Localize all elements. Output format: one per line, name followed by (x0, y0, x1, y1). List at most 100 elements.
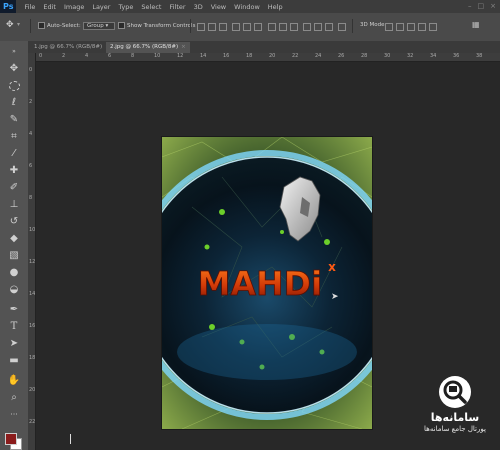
ruler-tick: 16 (29, 323, 36, 329)
foreground-color-swatch[interactable] (5, 433, 17, 445)
distribute-left-icon[interactable] (303, 23, 311, 31)
ruler-tick: 30 (384, 53, 391, 59)
ruler-tick: 18 (29, 355, 36, 361)
ruler-tick: 16 (223, 53, 230, 59)
ruler-tick: 26 (338, 53, 345, 59)
watermark-title: سامانه‌ها (430, 411, 480, 424)
tab-label: 2.jpg @ 66.7% (RGB/8#) (110, 44, 179, 50)
menu-select[interactable]: Select (137, 3, 165, 11)
align-bottom-icon[interactable] (219, 23, 227, 31)
lasso-icon[interactable]: ℓ (7, 96, 21, 110)
healing-icon[interactable]: ✚ (7, 164, 21, 178)
options-bar: ✥ ▾ Auto-Select: Group ▾ Show Transform … (0, 13, 500, 42)
auto-align-icon[interactable] (338, 23, 346, 31)
quick-select-icon[interactable]: ✎ (7, 113, 21, 127)
menu-filter[interactable]: Filter (165, 3, 189, 11)
blur-icon[interactable]: ● (7, 266, 21, 280)
crop-icon[interactable]: ⌗ (7, 130, 21, 144)
align-vcenter-icon[interactable] (208, 23, 216, 31)
marquee-icon[interactable] (7, 79, 21, 93)
menu-layer[interactable]: Layer (88, 3, 114, 11)
gradient-icon[interactable]: ▧ (7, 249, 21, 263)
show-transform-checkbox[interactable] (118, 22, 125, 29)
brush-icon[interactable]: ✐ (7, 181, 21, 195)
ruler-tick: 14 (200, 53, 207, 59)
document-canvas[interactable]: MAHDi x (161, 136, 373, 430)
move-tool-preset-icon[interactable]: ✥ (6, 20, 14, 30)
3d-rotate-icon[interactable] (385, 23, 393, 31)
window-controls: – □ × (468, 2, 496, 10)
distribute-bottom-icon[interactable] (290, 23, 298, 31)
zoom-icon[interactable]: ⌕ (7, 391, 21, 405)
tab-document-2[interactable]: 2.jpg @ 66.7% (RGB/8#) × (106, 42, 190, 53)
3d-pan-icon[interactable] (407, 23, 415, 31)
more-tools-icon[interactable]: ··· (7, 408, 21, 422)
ruler-tick: 14 (29, 291, 36, 297)
close-icon[interactable]: × (490, 2, 496, 10)
3d-roll-icon[interactable] (396, 23, 404, 31)
path-select-icon[interactable]: ➤ (7, 337, 21, 351)
history-brush-icon[interactable]: ↺ (7, 215, 21, 229)
distribute-top-icon[interactable] (268, 23, 276, 31)
ruler-tick: 8 (131, 53, 135, 59)
minimize-icon[interactable]: – (468, 2, 472, 10)
artwork-text: MAHDi (198, 264, 323, 303)
ruler-tick: 4 (85, 53, 89, 59)
show-transform-toggle[interactable]: Show Transform Controls (118, 22, 195, 29)
collapse-panel-icon[interactable]: » (7, 45, 21, 59)
ruler-tick: 2 (62, 53, 66, 59)
menu-bar: Ps File Edit Image Layer Type Select Fil… (0, 0, 500, 13)
pen-icon[interactable]: ✒ (7, 303, 21, 317)
tab-document-1[interactable]: 1.jpg @ 66.7% (RGB/8#)× (30, 42, 114, 53)
auto-select-toggle[interactable]: Auto-Select: (38, 22, 81, 29)
eyedropper-icon[interactable]: ⁄ (7, 147, 21, 161)
align-left-icon[interactable] (232, 23, 240, 31)
align-right-icon[interactable] (254, 23, 262, 31)
menu-image[interactable]: Image (60, 3, 88, 11)
ruler-vertical: 0 2 4 6 8 10 12 14 16 18 20 22 (28, 53, 36, 450)
ruler-tick: 12 (29, 259, 36, 265)
ruler-tick: 10 (154, 53, 161, 59)
tools-panel: » ✥ ℓ ✎ ⌗ ⁄ ✚ ✐ ⊥ ↺ ◆ ▧ ● ◒ ✒ T ➤ ▬ ✋ ⌕ … (0, 41, 29, 450)
photoshop-window: Ps File Edit Image Layer Type Select Fil… (0, 0, 500, 450)
auto-select-checkbox[interactable] (38, 22, 45, 29)
tab-label: 1.jpg @ 66.7% (RGB/8#) (34, 44, 103, 50)
chevron-down-icon[interactable]: ▾ (17, 21, 20, 28)
ruler-tick: 38 (476, 53, 483, 59)
shape-icon[interactable]: ▬ (7, 354, 21, 368)
workspace-icon[interactable]: ▦ (472, 20, 480, 29)
distribute-right-icon[interactable] (325, 23, 333, 31)
menu-edit[interactable]: Edit (39, 3, 60, 11)
menu-file[interactable]: File (20, 3, 39, 11)
ruler-tick: 20 (29, 387, 36, 393)
eraser-icon[interactable]: ◆ (7, 232, 21, 246)
ruler-tick: 20 (269, 53, 276, 59)
type-icon[interactable]: T (7, 320, 21, 334)
hand-icon[interactable]: ✋ (7, 374, 21, 388)
ruler-tick: 6 (29, 163, 33, 169)
3d-slide-icon[interactable] (418, 23, 426, 31)
ruler-tick: 4 (29, 131, 33, 137)
ruler-tick: 28 (361, 53, 368, 59)
auto-select-label: Auto-Select: (47, 23, 81, 29)
close-icon[interactable]: × (181, 44, 186, 50)
move-icon[interactable]: ✥ (7, 62, 21, 76)
ruler-tick: 10 (29, 227, 36, 233)
menu-help[interactable]: Help (264, 3, 287, 11)
menu-type[interactable]: Type (114, 3, 137, 11)
ruler-tick: 8 (29, 195, 33, 201)
document-tabs: 1.jpg @ 66.7% (RGB/8#)× 2.jpg @ 66.7% (R… (28, 41, 500, 53)
align-hcenter-icon[interactable] (243, 23, 251, 31)
align-top-icon[interactable] (197, 23, 205, 31)
3d-scale-icon[interactable] (429, 23, 437, 31)
menu-3d[interactable]: 3D (190, 3, 207, 11)
distribute-vcenter-icon[interactable] (279, 23, 287, 31)
distribute-hcenter-icon[interactable] (314, 23, 322, 31)
menu-view[interactable]: View (207, 3, 230, 11)
auto-select-dropdown[interactable]: Group ▾ (83, 22, 116, 30)
menu-window[interactable]: Window (230, 3, 264, 11)
stamp-icon[interactable]: ⊥ (7, 198, 21, 212)
dodge-icon[interactable]: ◒ (7, 283, 21, 297)
maximize-icon[interactable]: □ (478, 2, 485, 10)
show-transform-label: Show Transform Controls (127, 23, 196, 29)
